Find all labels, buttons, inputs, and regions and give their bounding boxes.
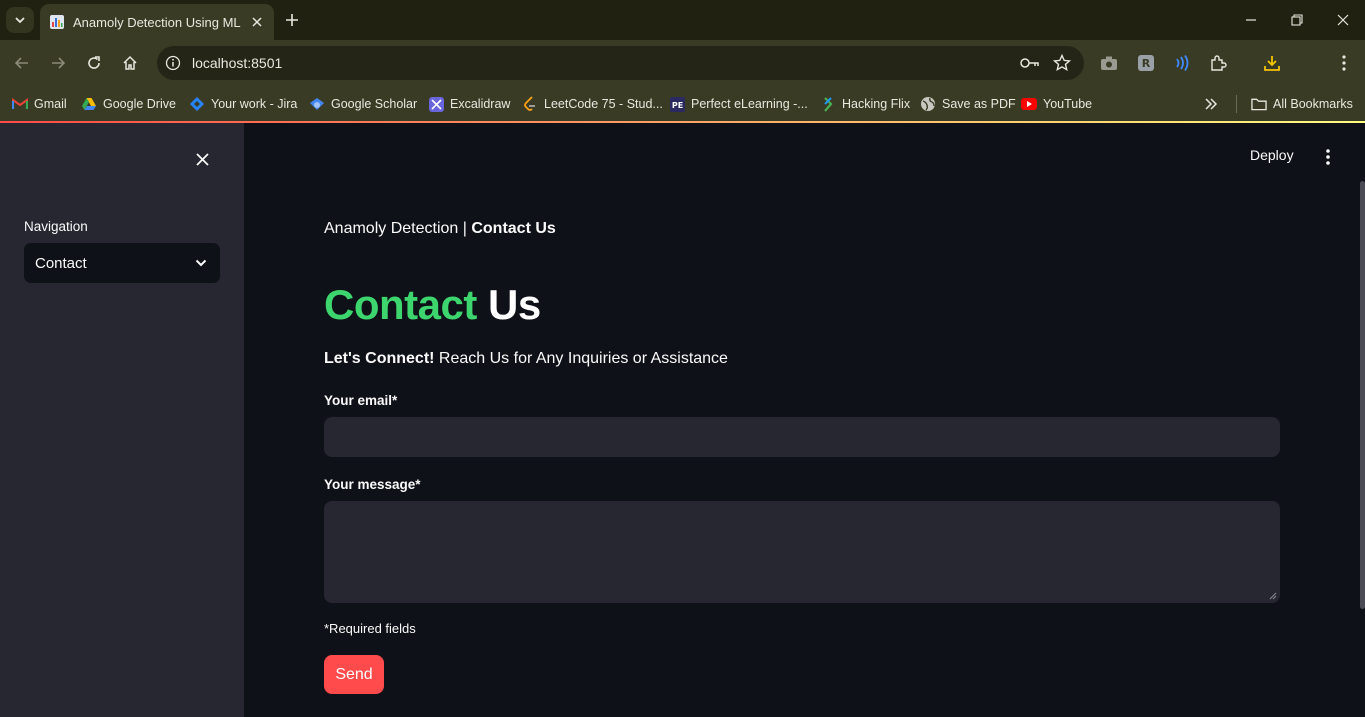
back-icon[interactable] bbox=[11, 52, 33, 74]
main-content: Deploy Anamoly Detection | Contact Us Co… bbox=[244, 123, 1365, 717]
navigation-select[interactable]: Contact bbox=[24, 243, 220, 283]
all-bookmarks[interactable]: All Bookmarks bbox=[1251, 94, 1353, 114]
minimize-icon[interactable] bbox=[1241, 10, 1261, 30]
tab-close-icon[interactable] bbox=[248, 13, 266, 31]
title-part-white: Us bbox=[488, 281, 541, 328]
browser-tab-bar: Anamoly Detection Using ML bbox=[0, 0, 1365, 40]
email-label: Your email* bbox=[324, 393, 398, 408]
google-scholar-icon bbox=[309, 96, 325, 112]
restore-icon[interactable] bbox=[1287, 10, 1307, 30]
more-bookmarks-icon[interactable] bbox=[1204, 94, 1218, 114]
app-menu-icon[interactable] bbox=[1318, 147, 1338, 167]
message-label: Your message* bbox=[324, 477, 421, 492]
bookmark-save-as-pdf[interactable]: Save as PDF bbox=[920, 94, 1016, 114]
message-textarea[interactable] bbox=[324, 501, 1280, 603]
browser-tab[interactable]: Anamoly Detection Using ML bbox=[40, 4, 274, 40]
navigation-label: Navigation bbox=[24, 219, 88, 234]
bookmark-excalidraw[interactable]: Excalidraw bbox=[428, 94, 510, 114]
tab-title: Anamoly Detection Using ML bbox=[73, 14, 241, 30]
tab-search-button[interactable] bbox=[6, 7, 34, 33]
bookmark-label: YouTube bbox=[1043, 97, 1093, 111]
reload-icon[interactable] bbox=[83, 52, 105, 74]
title-part-green: Contact bbox=[324, 281, 477, 328]
send-button[interactable]: Send bbox=[324, 655, 384, 694]
bookmark-google-scholar[interactable]: Google Scholar bbox=[309, 94, 417, 114]
google-drive-icon bbox=[81, 96, 97, 112]
address-bar[interactable]: localhost:8501 bbox=[157, 46, 1084, 80]
gmail-icon bbox=[12, 96, 28, 112]
bookmark-hacking-flix[interactable]: Hacking Flix bbox=[820, 94, 910, 114]
chevron-down-icon bbox=[15, 17, 25, 24]
bookmark-label: Perfect eLearning -... bbox=[691, 97, 808, 111]
required-fields-note: *Required fields bbox=[324, 621, 416, 636]
subtitle-bold: Let's Connect! bbox=[324, 350, 435, 367]
extensions-puzzle-icon[interactable] bbox=[1207, 52, 1229, 74]
camera-extension-icon[interactable] bbox=[1098, 52, 1120, 74]
close-window-icon[interactable] bbox=[1333, 10, 1353, 30]
bookmark-label: Google Drive bbox=[103, 97, 176, 111]
close-sidebar-icon[interactable] bbox=[192, 149, 212, 169]
bookmark-label: Your work - Jira bbox=[211, 97, 298, 111]
bookmark-label: Gmail bbox=[34, 97, 67, 111]
bookmark-label: Excalidraw bbox=[450, 97, 511, 111]
breadcrumb-current: Contact Us bbox=[471, 220, 556, 237]
page-subtitle: Let's Connect! Reach Us for Any Inquirie… bbox=[324, 350, 728, 368]
bookmark-youtube[interactable]: YouTube bbox=[1021, 94, 1092, 114]
bookmark-label: LeetCode 75 - Stud... bbox=[544, 97, 663, 111]
navigation-selected-value: Contact bbox=[35, 254, 87, 272]
password-key-icon[interactable] bbox=[1020, 53, 1040, 73]
leetcode-icon bbox=[522, 96, 538, 112]
breadcrumb: Anamoly Detection | Contact Us bbox=[324, 220, 556, 238]
bookmark-label: Google Scholar bbox=[331, 97, 418, 111]
chevron-down-icon bbox=[194, 256, 208, 270]
bookmark-label: Save as PDF bbox=[942, 97, 1016, 111]
bookmark-google-drive[interactable]: Google Drive bbox=[81, 94, 176, 114]
sidebar: Navigation Contact bbox=[0, 123, 244, 717]
all-bookmarks-label: All Bookmarks bbox=[1273, 97, 1353, 111]
globe-icon bbox=[920, 96, 936, 112]
bar-chart-favicon-icon bbox=[50, 15, 64, 29]
bookmark-perfect-elearning[interactable]: PE Perfect eLearning -... bbox=[669, 94, 808, 114]
folder-icon bbox=[1251, 96, 1267, 112]
wireless-extension-icon[interactable] bbox=[1171, 52, 1193, 74]
youtube-icon bbox=[1021, 96, 1037, 112]
browser-menu-icon[interactable] bbox=[1333, 52, 1355, 74]
resize-handle-icon[interactable] bbox=[1269, 592, 1277, 600]
reader-extension-icon[interactable]: R bbox=[1135, 52, 1157, 74]
bookmark-label: Hacking Flix bbox=[842, 97, 911, 111]
site-info-icon[interactable] bbox=[164, 54, 182, 72]
new-tab-icon[interactable] bbox=[282, 10, 302, 30]
url-text[interactable]: localhost:8501 bbox=[192, 55, 1020, 71]
pe-icon: PE bbox=[669, 96, 685, 112]
bookmark-jira[interactable]: Your work - Jira bbox=[189, 94, 297, 114]
breadcrumb-prefix: Anamoly Detection | bbox=[324, 220, 472, 237]
scrollbar[interactable] bbox=[1360, 181, 1365, 609]
bookmark-gmail[interactable]: Gmail bbox=[12, 94, 67, 114]
home-icon[interactable] bbox=[119, 52, 141, 74]
svg-text:R: R bbox=[1142, 57, 1151, 70]
hacking-flix-icon bbox=[820, 96, 836, 112]
bookmark-leetcode[interactable]: LeetCode 75 - Stud... bbox=[522, 94, 663, 114]
forward-icon[interactable] bbox=[47, 52, 69, 74]
browser-toolbar: localhost:8501 R bbox=[0, 40, 1365, 86]
bookmarks-divider bbox=[1236, 95, 1237, 113]
subtitle-rest: Reach Us for Any Inquiries or Assistance bbox=[434, 350, 728, 367]
email-field[interactable] bbox=[324, 417, 1280, 457]
svg-text:PE: PE bbox=[671, 101, 682, 110]
page-title: Contact Us bbox=[324, 281, 541, 329]
excalidraw-icon bbox=[428, 96, 444, 112]
jira-icon bbox=[189, 96, 205, 112]
bookmark-star-icon[interactable] bbox=[1052, 53, 1072, 73]
bookmarks-bar: Gmail Google Drive Your work - Jira Goog… bbox=[0, 86, 1365, 122]
download-icon[interactable] bbox=[1261, 52, 1283, 74]
deploy-button[interactable]: Deploy bbox=[1250, 147, 1294, 163]
